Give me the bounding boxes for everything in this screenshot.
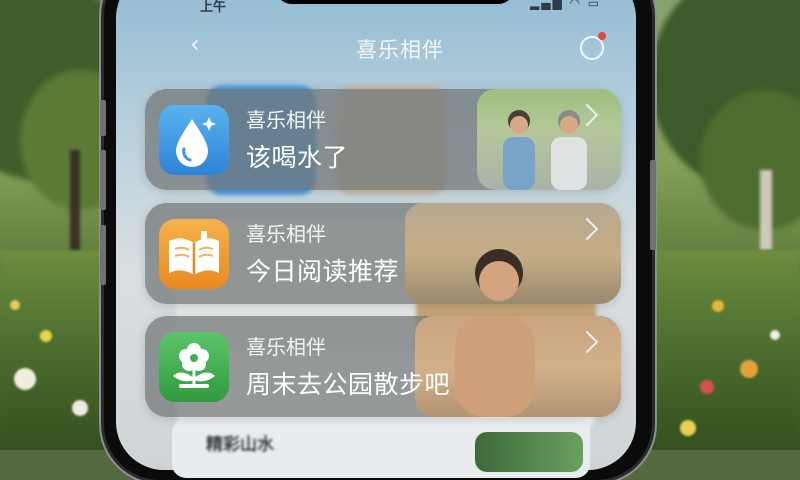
trunk-left [70, 150, 80, 260]
flower [680, 420, 696, 436]
notification-app-name: 喜乐相伴 [246, 108, 326, 132]
bg-list-thumbnail [475, 432, 583, 472]
notification-message: 周末去公园散步吧 [246, 370, 451, 399]
phone-side-button [100, 100, 106, 136]
status-icons: ▂▄▆ ◠ ▭ [530, 0, 602, 10]
flower [10, 300, 20, 310]
notification-photo [405, 203, 621, 304]
flower [740, 360, 758, 378]
notification-app-name: 喜乐相伴 [246, 335, 326, 359]
status-time: 上午 [200, 0, 227, 15]
notification-message: 今日阅读推荐 [246, 257, 400, 286]
notification-park[interactable]: 喜乐相伴 周末去公园散步吧 [145, 316, 621, 417]
flower [14, 368, 36, 390]
notification-app-name: 喜乐相伴 [246, 222, 326, 246]
open-book-icon [159, 219, 229, 289]
notification-message: 该喝水了 [246, 143, 349, 172]
notification-photo [477, 89, 621, 190]
page-title: 喜乐相伴 [356, 38, 444, 62]
unread-dot [598, 32, 606, 40]
trunk-right [760, 170, 772, 250]
notification-reading[interactable]: 喜乐相伴 今日阅读推荐 [145, 203, 621, 304]
flower [40, 330, 52, 342]
phone-side-button [650, 160, 656, 250]
phone-side-button [100, 225, 106, 285]
dynamic-island [275, 0, 515, 4]
flower [72, 400, 88, 416]
flower-pot-icon [159, 332, 229, 402]
water-drop-icon [159, 105, 229, 175]
bg-list-label: 精彩山水 [206, 435, 274, 455]
flower [770, 330, 780, 340]
notification-water[interactable]: 喜乐相伴 该喝水了 [145, 89, 621, 190]
phone-side-button [100, 150, 106, 210]
flower [700, 380, 714, 394]
flower [712, 300, 724, 312]
reading-person-image [475, 249, 523, 301]
elderly-couple-image [503, 110, 587, 190]
